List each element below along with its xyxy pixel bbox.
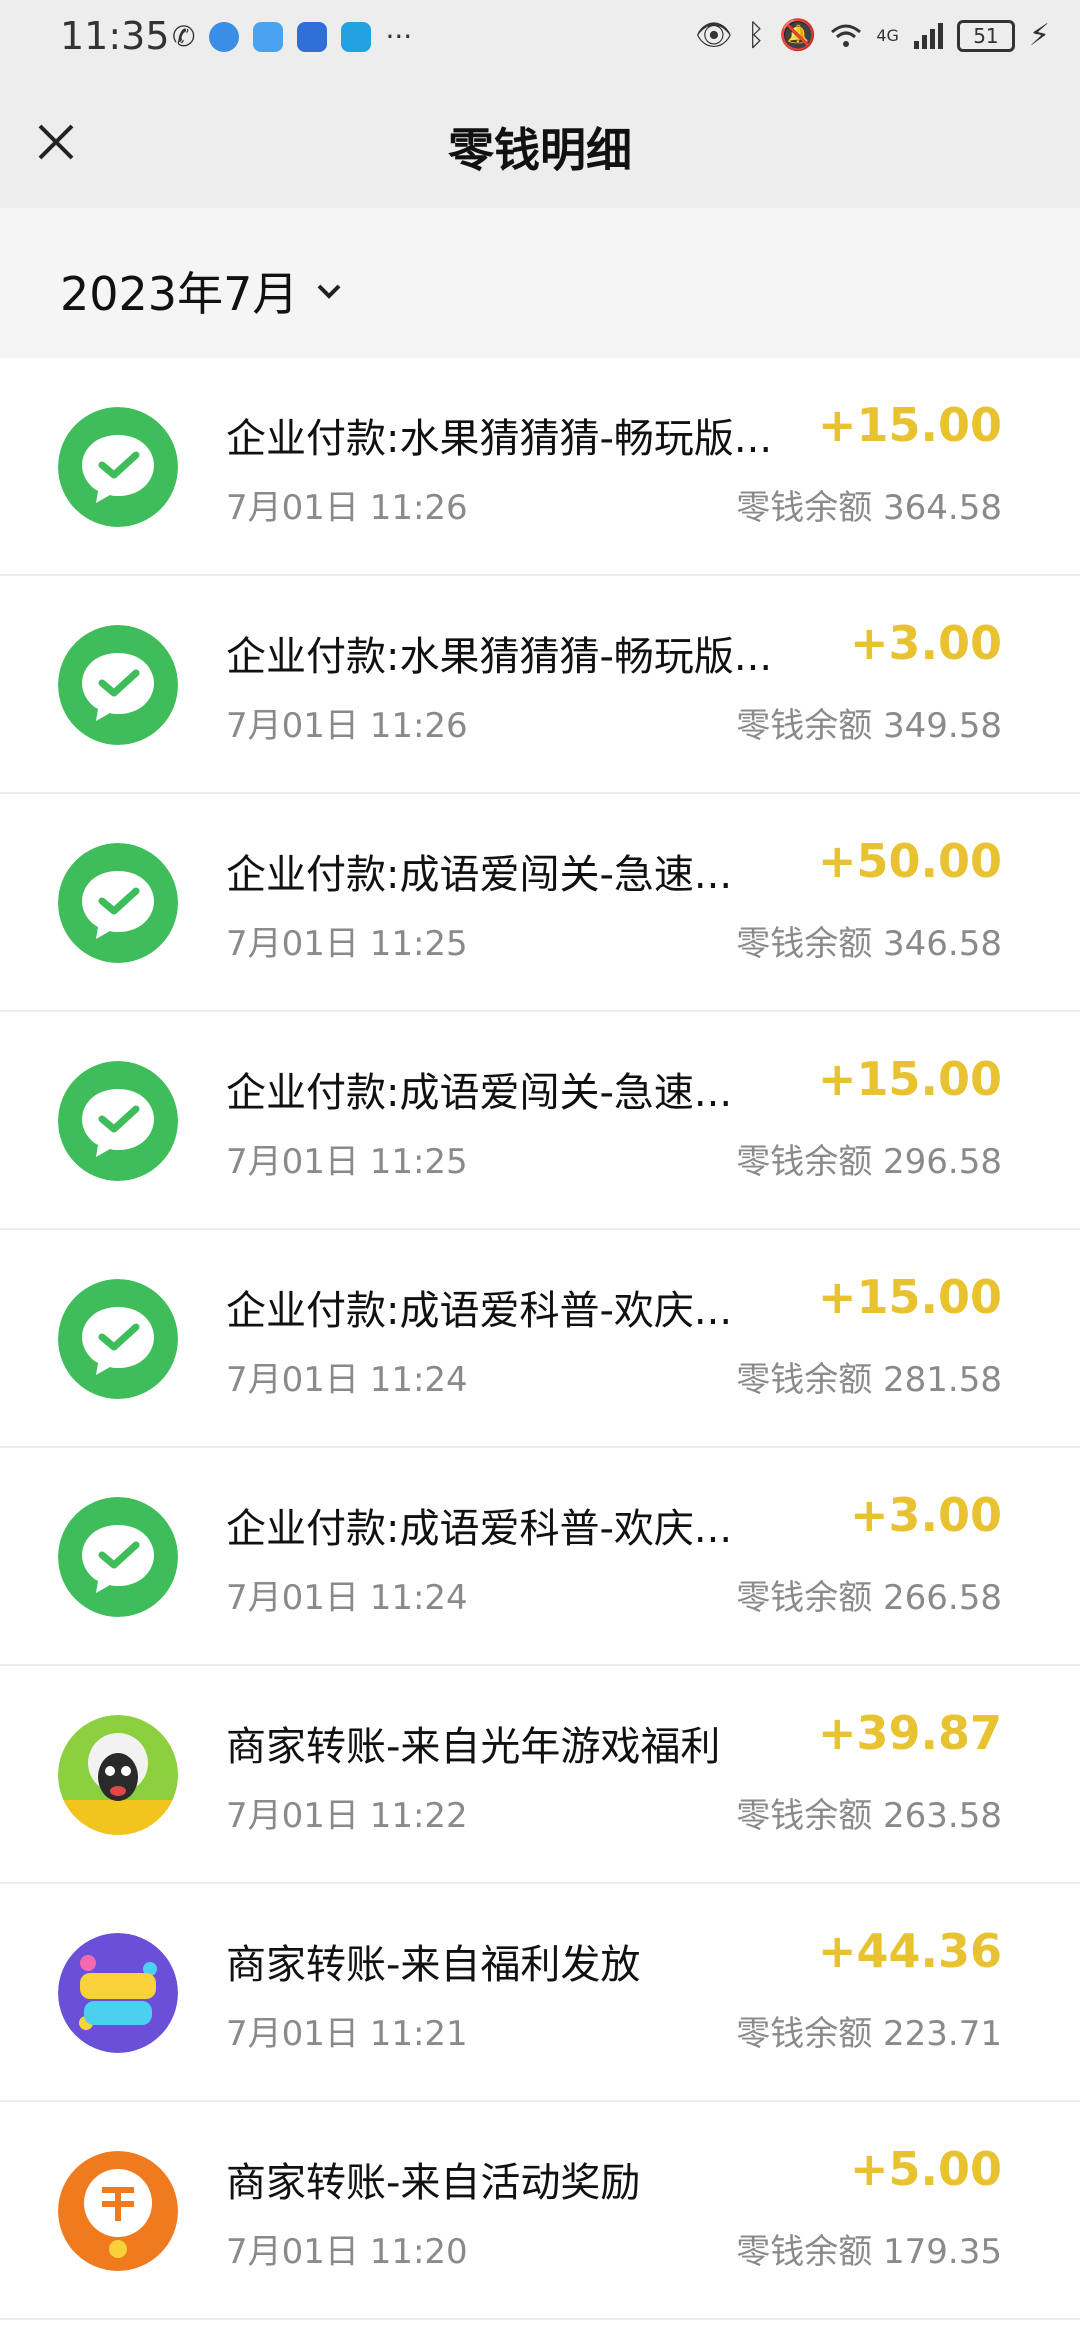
notification-icons: ✆ ···: [172, 20, 412, 53]
sheep-game-icon: [58, 1715, 178, 1835]
transaction-title: 商家转账-来自光年游戏福利: [226, 1724, 721, 1770]
transaction-time: 7月01日 11:20: [226, 2232, 468, 2272]
transaction-row[interactable]: 企业付款:成语爱闯关-急速... 7月01日 11:25 +50.00 零钱余额…: [0, 794, 1080, 1012]
transaction-balance: 零钱余额 266.58: [736, 1578, 1002, 1618]
signal-icon: [913, 22, 943, 49]
transaction-balance: 零钱余额 281.58: [736, 1360, 1002, 1400]
transaction-list: 企业付款:水果猜猜猜-畅玩版... 7月01日 11:26 +15.00 零钱余…: [0, 358, 1080, 2320]
transaction-amount: +44.36: [817, 1924, 1002, 1978]
transaction-amount: +50.00: [817, 834, 1002, 888]
transaction-time: 7月01日 11:21: [226, 2014, 468, 2054]
status-bar: 11:35 ✆ ··· 👁 ᛒ 🔕 4G 51 ⚡: [0, 0, 1080, 78]
transaction-balance: 零钱余额 296.58: [736, 1142, 1002, 1182]
transaction-balance: 零钱余额 223.71: [736, 2014, 1002, 2054]
wechat-pay-icon: [58, 843, 178, 963]
transaction-time: 7月01日 11:22: [226, 1796, 468, 1836]
transaction-time: 7月01日 11:26: [226, 706, 468, 746]
month-label: 2023年7月: [60, 267, 299, 321]
weather-app-icon: [253, 21, 284, 52]
transaction-balance: 零钱余额 349.58: [736, 706, 1002, 746]
transaction-row[interactable]: 商家转账-来自光年游戏福利 7月01日 11:22 +39.87 零钱余额 26…: [0, 1666, 1080, 1884]
transaction-balance: 零钱余额 346.58: [736, 924, 1002, 964]
transaction-row[interactable]: 企业付款:水果猜猜猜-畅玩版... 7月01日 11:26 +3.00 零钱余额…: [0, 576, 1080, 794]
transaction-amount: +3.00: [849, 616, 1002, 670]
transaction-time: 7月01日 11:24: [226, 1360, 468, 1400]
status-time: 11:35: [60, 14, 170, 58]
transaction-row[interactable]: 企业付款:成语爱闯关-急速... 7月01日 11:25 +15.00 零钱余额…: [0, 1012, 1080, 1230]
wechat-pay-icon: [58, 625, 178, 745]
transaction-amount: +15.00: [817, 398, 1002, 452]
transaction-amount: +15.00: [817, 1052, 1002, 1106]
month-selector[interactable]: 2023年7月: [60, 258, 342, 324]
system-icons: 👁 ᛒ 🔕 4G 51 ⚡: [695, 18, 1050, 53]
transaction-amount: +15.00: [817, 1270, 1002, 1324]
transaction-title: 商家转账-来自活动奖励: [226, 2160, 641, 2206]
game-2048-icon: [58, 1933, 178, 2053]
wechat-pay-icon: [58, 407, 178, 527]
tips-app-icon: [297, 21, 328, 52]
network-type: 4G: [876, 26, 899, 45]
charging-icon: ⚡: [1028, 18, 1050, 53]
transaction-time: 7月01日 11:25: [226, 1142, 468, 1182]
transaction-title: 企业付款:成语爱科普-欢庆...: [226, 1506, 733, 1552]
mute-icon: 🔕: [778, 18, 817, 53]
transaction-title: 企业付款:成语爱科普-欢庆...: [226, 1288, 733, 1334]
transaction-title: 企业付款:水果猜猜猜-畅玩版...: [226, 634, 773, 680]
wechat-pay-icon: [58, 1279, 178, 1399]
transaction-time: 7月01日 11:25: [226, 924, 468, 964]
search-app-icon: [341, 21, 372, 52]
transaction-title: 企业付款:成语爱闯关-急速...: [226, 1070, 733, 1116]
transaction-row[interactable]: 企业付款:水果猜猜猜-畅玩版... 7月01日 11:26 +15.00 零钱余…: [0, 358, 1080, 576]
transaction-title: 企业付款:成语爱闯关-急速...: [226, 852, 733, 898]
answer-game-icon: [58, 2151, 178, 2271]
transaction-balance: 零钱余额 179.35: [736, 2232, 1002, 2272]
chevron-down-icon: [317, 284, 341, 299]
transaction-balance: 零钱余额 263.58: [736, 1796, 1002, 1836]
transaction-row[interactable]: 企业付款:成语爱科普-欢庆... 7月01日 11:24 +3.00 零钱余额 …: [0, 1448, 1080, 1666]
bluetooth-icon: ᛒ: [746, 18, 765, 53]
battery-level: 51: [956, 19, 1015, 52]
transaction-row[interactable]: 商家转账-来自活动奖励 7月01日 11:20 +5.00 零钱余额 179.3…: [0, 2102, 1080, 2320]
missed-call-icon: ✆: [172, 20, 196, 53]
transaction-amount: +39.87: [817, 1706, 1002, 1760]
top-navigation-bar: 零钱明细: [0, 78, 1080, 208]
month-filter-bar: 2023年7月: [0, 208, 1080, 358]
transaction-time: 7月01日 11:26: [226, 488, 468, 528]
wechat-pay-icon: [58, 1061, 178, 1181]
wifi-icon: [831, 24, 862, 47]
transaction-row[interactable]: 企业付款:成语爱科普-欢庆... 7月01日 11:24 +15.00 零钱余额…: [0, 1230, 1080, 1448]
transaction-amount: +5.00: [849, 2142, 1002, 2196]
page-title: 零钱明细: [448, 123, 632, 177]
wechat-pay-icon: [58, 1497, 178, 1617]
transaction-title: 商家转账-来自福利发放: [226, 1942, 641, 1988]
transaction-time: 7月01日 11:24: [226, 1578, 468, 1618]
eye-icon: 👁: [694, 18, 733, 53]
transaction-title: 企业付款:水果猜猜猜-畅玩版...: [226, 416, 773, 462]
transaction-amount: +3.00: [849, 1488, 1002, 1542]
transaction-row[interactable]: 商家转账-来自福利发放 7月01日 11:21 +44.36 零钱余额 223.…: [0, 1884, 1080, 2102]
browser-app-icon: [209, 21, 240, 52]
transaction-balance: 零钱余额 364.58: [736, 488, 1002, 528]
more-notifications-icon: ···: [385, 20, 413, 53]
